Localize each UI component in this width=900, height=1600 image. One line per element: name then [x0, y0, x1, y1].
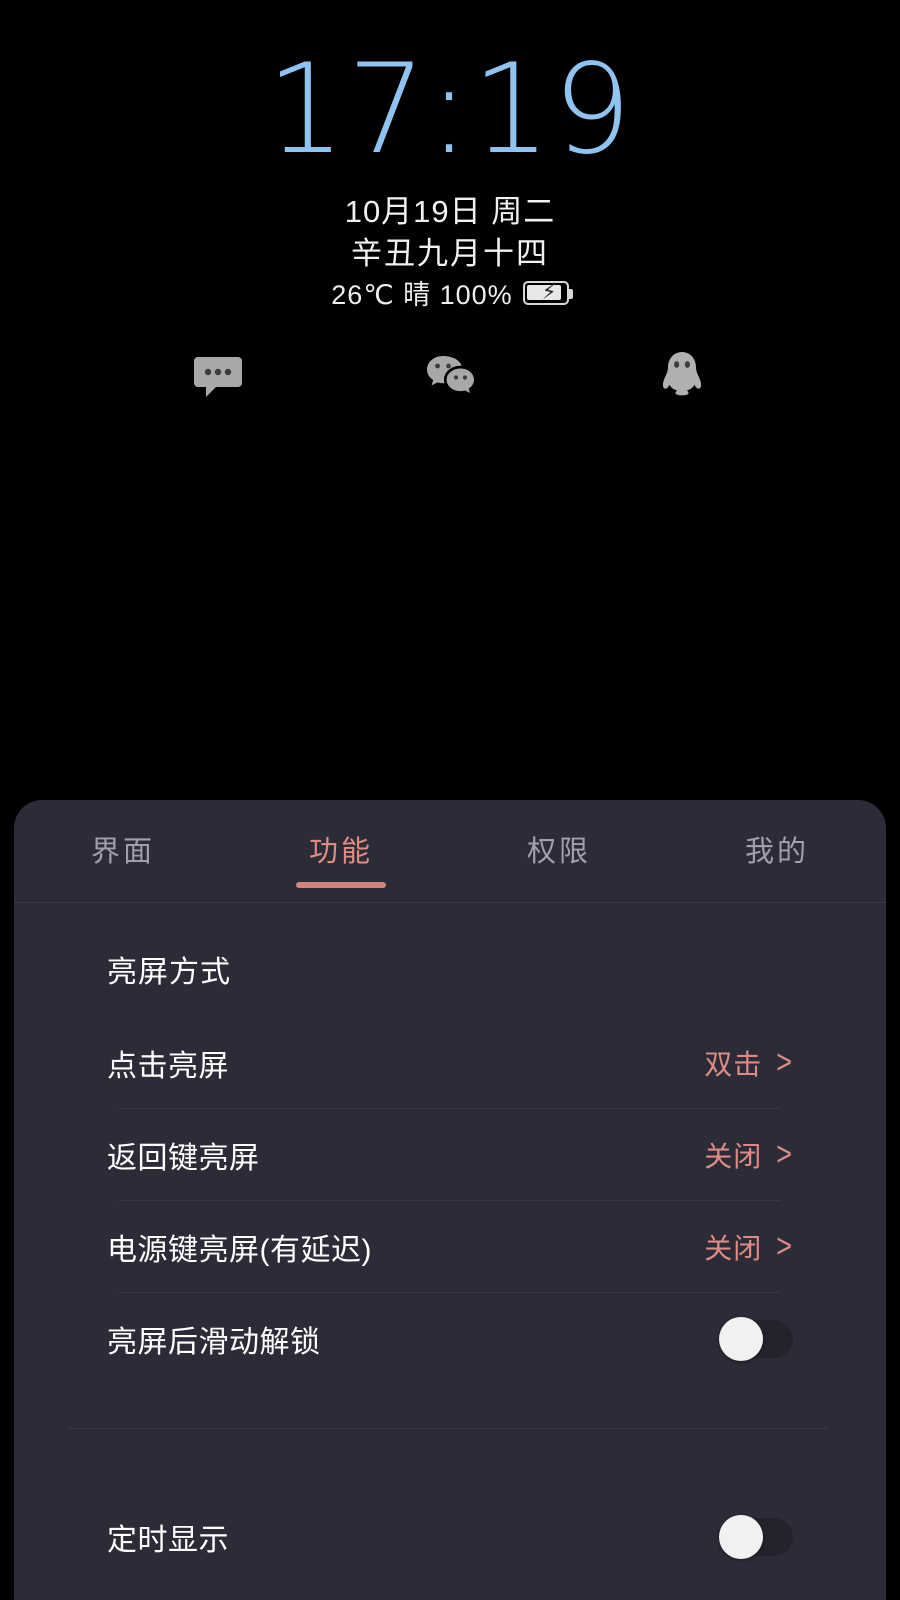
row-power-key-wake-value-text: 关闭 [704, 1232, 763, 1264]
row-tap-to-wake[interactable]: 点击亮屏 双击 > [14, 1017, 886, 1108]
settings-list: 亮屏方式 点击亮屏 双击 > 返回键亮屏 关闭 > 电源键亮屏(有延迟) 关闭 … [14, 903, 886, 1582]
tab-permissions-label: 权限 [526, 836, 591, 868]
battery-bolt-glyph: ⚡ [541, 279, 558, 304]
row-tap-to-wake-label: 点击亮屏 [107, 1049, 229, 1083]
chevron-right-icon: > [776, 1227, 793, 1265]
phone-screen: 17:19 10月19日 周二 辛丑九月十四 26℃ 晴 100% ⚡ 界面 功… [0, 0, 900, 1600]
row-tap-to-wake-value-text: 双击 [704, 1048, 763, 1080]
row-power-key-wake-value[interactable]: 关闭 > [704, 1227, 793, 1267]
sms-icon[interactable] [190, 345, 246, 401]
chevron-right-icon: > [776, 1043, 793, 1081]
clock-time: 17:19 [266, 38, 634, 182]
lock-screen-area: 17:19 10月19日 周二 辛丑九月十四 26℃ 晴 100% ⚡ [0, 0, 900, 800]
lockscreen-shortcuts [0, 345, 900, 401]
tab-mine-label: 我的 [744, 836, 809, 868]
toggle-slide-to-unlock[interactable] [719, 1316, 793, 1361]
wechat-icon[interactable] [422, 345, 478, 401]
weather-battery-status: 26℃ 晴 100% ⚡ [0, 273, 900, 312]
tab-interface[interactable]: 界面 [14, 800, 232, 902]
tab-permissions[interactable]: 权限 [450, 800, 668, 902]
settings-panel: 界面 功能 权限 我的 亮屏方式 点击亮屏 双击 > 返回键亮屏 关闭 > 电源… [14, 800, 886, 1600]
tab-function[interactable]: 功能 [232, 800, 450, 902]
toggle-knob [719, 1316, 763, 1361]
date-text: 10月19日 周二 [344, 194, 556, 229]
tab-interface-label: 界面 [90, 836, 155, 868]
row-scheduled-display-label: 定时显示 [107, 1523, 229, 1557]
row-back-key-wake-value[interactable]: 关闭 > [704, 1135, 793, 1175]
section-title-wake-method: 亮屏方式 [107, 956, 231, 989]
toggle-scheduled-display[interactable] [719, 1514, 793, 1559]
status-text: 26℃ 晴 100% [331, 280, 513, 310]
row-power-key-wake[interactable]: 电源键亮屏(有延迟) 关闭 > [14, 1201, 886, 1292]
tab-function-label: 功能 [308, 836, 373, 868]
tab-bar: 界面 功能 权限 我的 [14, 800, 886, 903]
row-power-key-wake-label: 电源键亮屏(有延迟) [107, 1233, 372, 1267]
row-tap-to-wake-value[interactable]: 双击 > [704, 1043, 793, 1083]
chevron-right-icon: > [776, 1135, 793, 1173]
row-slide-to-unlock-label: 亮屏后滑动解锁 [107, 1325, 321, 1359]
row-back-key-wake-label: 返回键亮屏 [107, 1141, 260, 1175]
tab-active-underline [296, 882, 386, 888]
battery-charging-icon: ⚡ [522, 279, 573, 305]
row-slide-to-unlock[interactable]: 亮屏后滑动解锁 [14, 1293, 886, 1384]
lunar-date-text: 辛丑九月十四 [351, 236, 549, 271]
row-back-key-wake-value-text: 关闭 [704, 1140, 763, 1172]
toggle-knob [719, 1514, 763, 1559]
row-back-key-wake[interactable]: 返回键亮屏 关闭 > [14, 1109, 886, 1200]
row-scheduled-display[interactable]: 定时显示 [14, 1491, 886, 1582]
tab-mine[interactable]: 我的 [668, 800, 886, 902]
qq-penguin-icon[interactable] [654, 345, 710, 401]
